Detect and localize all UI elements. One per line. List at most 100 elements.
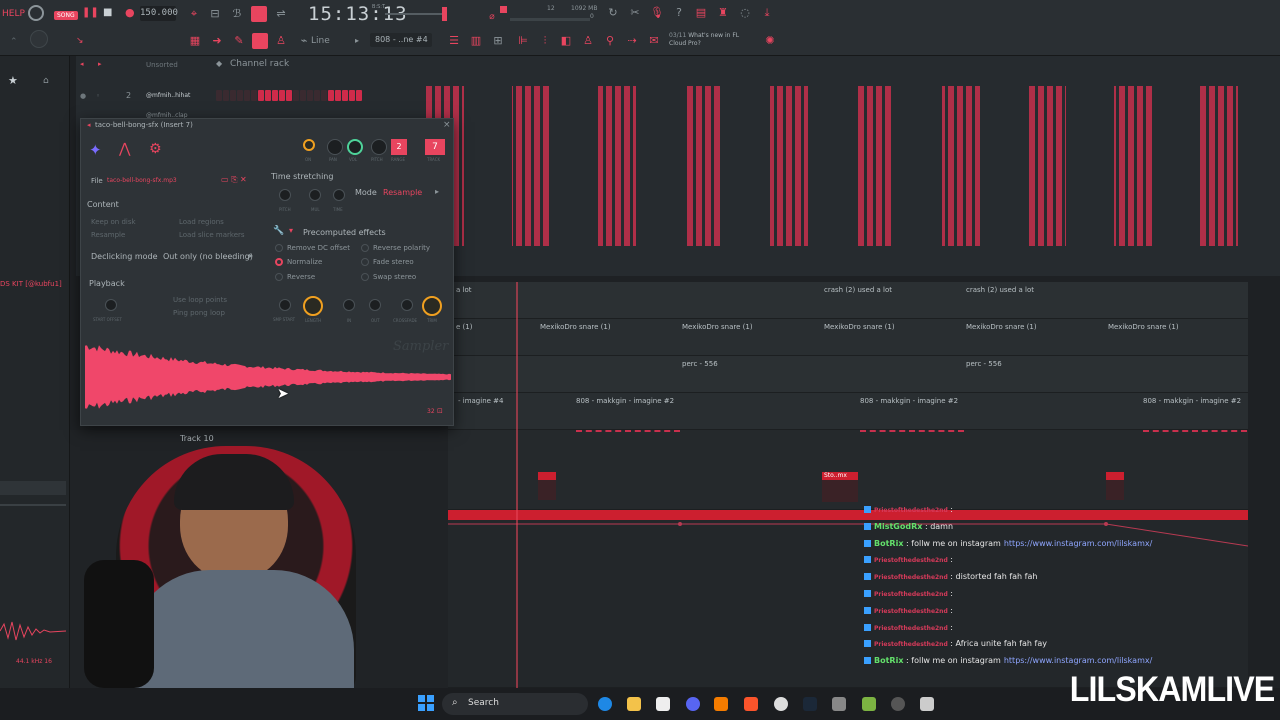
keep-on-disk-option[interactable]: Keep on disk	[91, 218, 136, 226]
fl-studio-icon[interactable]	[714, 697, 728, 711]
chat-username[interactable]: Priestofthedesthe2nd	[874, 591, 948, 598]
star-icon[interactable]: ★	[8, 74, 18, 87]
step-edit-icon[interactable]: ⇌	[274, 7, 288, 21]
arrow-right-icon[interactable]: ➜	[210, 34, 224, 48]
stretch-pitch-knob[interactable]	[279, 189, 291, 201]
sampler-close-icon[interactable]: ×	[443, 120, 451, 130]
channel-name[interactable]: @mfmih..hihat	[146, 92, 190, 99]
chat-username[interactable]: Priestofthedesthe2nd	[874, 608, 948, 615]
stretch-time-knob[interactable]	[333, 189, 345, 201]
chat-username[interactable]: Priestofthedesthe2nd	[874, 625, 948, 632]
chat-username[interactable]: BotRix	[874, 656, 903, 665]
clip-808-2[interactable]: 808 - makkgin - imagine #2	[860, 397, 958, 405]
microphone-icon[interactable]: 🎙	[650, 6, 664, 20]
precomputed-dropdown-icon[interactable]: ▾	[289, 226, 293, 235]
reverse-polarity[interactable]: Reverse polarity	[373, 244, 430, 252]
file-browse-icon[interactable]: ▭ ⎘ ✕	[221, 175, 247, 185]
length-knob[interactable]	[303, 296, 323, 316]
perc-clip-2[interactable]: perc - 556	[966, 360, 1002, 368]
mixer-icon[interactable]: ⊫	[516, 34, 530, 48]
sampler-envelope-tab-icon[interactable]: ⋀	[119, 141, 130, 157]
stamp-icon[interactable]: ♙	[274, 34, 288, 48]
swap-stereo[interactable]: Swap stereo	[373, 273, 416, 281]
crash-clip-2[interactable]: crash (2) used a lot	[966, 286, 1034, 294]
snare-clip-3[interactable]: MexikoDro snare (1)	[824, 323, 895, 331]
chat-username[interactable]: Priestofthedesthe2nd	[874, 557, 948, 564]
load-regions-option[interactable]: Load regions	[179, 218, 224, 226]
loop-record-icon[interactable]: ▣	[251, 6, 267, 22]
browser-row[interactable]	[0, 481, 66, 495]
save-icon[interactable]: ▤	[694, 6, 708, 20]
remove-dc-radio[interactable]	[275, 244, 283, 252]
master-pitch-icon[interactable]: ⌀	[485, 10, 499, 24]
pitch-knob[interactable]	[371, 139, 387, 155]
use-loop-points-option[interactable]: Use loop points	[173, 296, 227, 304]
reverse-radio[interactable]	[275, 273, 283, 281]
master-volume-slider[interactable]	[385, 13, 445, 15]
pan-knob[interactable]	[327, 139, 343, 155]
obs-icon[interactable]	[891, 697, 905, 711]
snare-clip-2[interactable]: MexikoDro snare (1)	[682, 323, 753, 331]
channel-rack-icon[interactable]: ⊞	[491, 34, 505, 48]
reverse[interactable]: Reverse	[287, 273, 315, 281]
calculator-icon[interactable]	[656, 697, 670, 711]
start-offset-knob[interactable]	[105, 299, 117, 311]
chat-link[interactable]: https://www.instagram.com/lilskamx/	[1004, 539, 1152, 548]
song-mode-button[interactable]: SONG	[54, 11, 78, 20]
chat-username[interactable]: Priestofthedesthe2nd	[874, 574, 948, 581]
fl-cloud-icon[interactable]: ✺	[763, 34, 777, 48]
out-knob[interactable]	[369, 299, 381, 311]
copilot-icon[interactable]	[598, 697, 612, 711]
in-knob[interactable]	[343, 299, 355, 311]
normalize-radio[interactable]	[275, 258, 283, 266]
snap-dropdown-icon[interactable]: ▸	[355, 36, 359, 45]
chat-icon[interactable]: ◌	[738, 6, 752, 20]
reverse-polarity-radio[interactable]	[361, 244, 369, 252]
help-icon[interactable]: ?	[672, 6, 686, 20]
cloud-icon[interactable]: ⇢	[625, 34, 639, 48]
snare-clip-1[interactable]: MexikoDro snare (1)	[540, 323, 611, 331]
plugin-picker-icon[interactable]: ♜	[716, 6, 730, 20]
help-label[interactable]: HELP	[2, 9, 25, 19]
plugin-picker-2-icon[interactable]: ♙	[581, 34, 595, 48]
sample-waveform[interactable]	[85, 333, 451, 417]
trim-knob[interactable]	[422, 296, 442, 316]
rack-filter-label[interactable]: Unsorted	[146, 61, 178, 69]
step-sequencer-row[interactable]	[216, 90, 363, 103]
waveform-options-icon[interactable]: ⊡	[437, 407, 443, 415]
chat-bubble-icon[interactable]: ✉	[647, 34, 661, 48]
clip-808-3[interactable]: 808 - makkgin - imagine #2	[1143, 397, 1241, 405]
fade-stereo-radio[interactable]	[361, 258, 369, 266]
blend-notes-icon[interactable]: ℬ	[230, 7, 244, 21]
declicking-dropdown-icon[interactable]: ▸	[249, 251, 253, 260]
mode-value[interactable]: Resample	[383, 188, 422, 197]
sampler-props-tab-icon[interactable]: ✦	[89, 141, 102, 159]
fade-stereo[interactable]: Fade stereo	[373, 258, 414, 266]
channel-pan-icon[interactable]: ◦	[96, 92, 100, 100]
swap-stereo-radio[interactable]	[361, 273, 369, 281]
crash-clip-1[interactable]: crash (2) used a lot	[824, 286, 892, 294]
playlist-icon[interactable]: ☰	[447, 34, 461, 48]
chat-username[interactable]: Priestofthedesthe2nd	[874, 641, 948, 648]
main-pitch-knob[interactable]	[30, 30, 48, 48]
taskbar-search[interactable]: ⌕ Search	[442, 693, 588, 715]
mixer-track-value[interactable]: 7	[425, 139, 445, 155]
paint-brush-icon[interactable]: ✐	[252, 33, 268, 49]
channel-number[interactable]: 2	[126, 91, 131, 100]
browser-icon[interactable]: ⫶	[538, 34, 552, 48]
touch-keyboard-icon[interactable]: ⚲	[603, 34, 617, 48]
snare-clip-0[interactable]: e (1)	[456, 323, 472, 331]
normalize[interactable]: Normalize	[287, 258, 322, 266]
record-button[interactable]: ●	[125, 6, 135, 19]
brave-icon[interactable]	[744, 697, 758, 711]
download-icon[interactable]: ⤓	[760, 6, 774, 20]
disconnect-icon[interactable]: ✂	[628, 6, 642, 20]
pencil-icon[interactable]: ✎	[232, 34, 246, 48]
pink-arrow-icon[interactable]: ↘	[76, 36, 84, 46]
declicking-value[interactable]: Out only (no bleeding)	[163, 252, 253, 261]
countdown-icon[interactable]: ⊟	[208, 7, 222, 21]
metronome-icon[interactable]: ⌖	[187, 7, 201, 21]
channel-mute-icon[interactable]: ●	[80, 92, 86, 100]
rack-forward-icon[interactable]: ▸	[98, 60, 102, 68]
pause-button[interactable]: ❚❚	[82, 7, 99, 18]
